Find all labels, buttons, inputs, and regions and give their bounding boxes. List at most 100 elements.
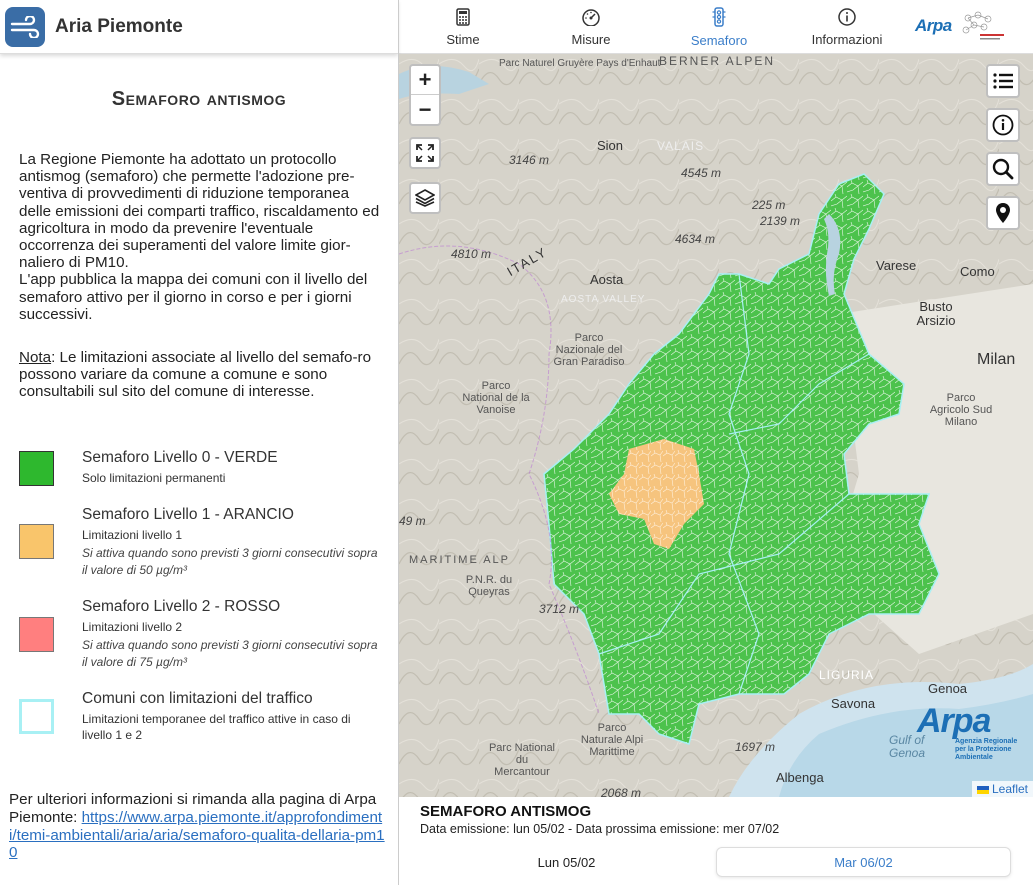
map-label-mercantour: Parc National du Mercantour xyxy=(488,742,556,778)
calculator-icon xyxy=(456,7,470,26)
brand[interactable]: Aria Piemonte xyxy=(0,0,398,54)
arpa-logo-subtitle: Agenzia Regionale per la Protezione Ambi… xyxy=(955,738,1018,761)
legend-sub: Limitazioni livello 2 xyxy=(82,620,183,634)
swatch-rosso xyxy=(19,617,54,652)
map-label-sion: Sion xyxy=(597,138,624,153)
legend-note: Si attiva quando sono previsti 3 giorni … xyxy=(82,546,378,577)
legend-sub: Limitazioni livello 1 xyxy=(82,528,183,542)
nav-label-stime: Stime xyxy=(446,31,480,47)
map-label-busto: Busto Arsizio xyxy=(916,299,956,328)
info-panel: Semaforo antismog La Regione Piemonte ha… xyxy=(0,54,398,885)
map-label-bernese: BERNER ALPEN xyxy=(659,54,776,68)
map-label-queyras: P.N.R. du Queyras xyxy=(465,574,513,598)
tab-day-1[interactable]: Lun 05/02 xyxy=(419,847,714,877)
list-button[interactable] xyxy=(986,64,1020,98)
tab-day-2[interactable]: Mar 06/02 xyxy=(716,847,1011,877)
app-title: Aria Piemonte xyxy=(55,16,183,37)
semaforo-title: SEMAFORO ANTISMOG xyxy=(420,803,592,820)
nav-label-misure: Misure xyxy=(571,31,611,47)
nav-stime[interactable]: Stime xyxy=(399,0,527,54)
emission-dates: Data emissione: lun 05/02 - Data prossim… xyxy=(420,822,780,836)
map-label-m4545: 4545 m xyxy=(681,166,722,180)
map-label-m2068: 2068 m xyxy=(601,786,642,797)
map-label-aosta: Aosta xyxy=(590,272,624,287)
map-label-m3712: 3712 m xyxy=(539,602,580,616)
app-header: Aria Piemonte Stime Misure Semaforo Info… xyxy=(0,0,1033,54)
partner-logos: Arpa xyxy=(915,8,1030,44)
map-label-gran-paradiso: Parco Nazionale del Gran Paradiso xyxy=(553,332,625,368)
legend-note: Si attiva quando sono previsti 3 giorni … xyxy=(82,638,378,669)
map-label-milan: Milan xyxy=(977,351,1016,368)
zoom-in-button[interactable]: + xyxy=(411,66,439,95)
layers-icon xyxy=(415,189,435,207)
map-label-m4810: 4810 m xyxy=(451,247,492,261)
map-label-liguria: LIGURIA xyxy=(819,668,875,682)
nota-body: : Le limitazioni associate al livello de… xyxy=(19,349,372,401)
arpa-logo: Arpa xyxy=(915,16,952,35)
legend-title: Semaforo Livello 0 - VERDE xyxy=(82,449,278,466)
map-label-maritime: MARITIME ALP xyxy=(409,554,511,566)
intro-paragraph-2: L'app pubblica la mappa dei comuni con i… xyxy=(19,271,368,323)
footer-info: Per ulteriori informazioni si rimanda al… xyxy=(9,791,389,862)
map-label-savona: Savona xyxy=(831,696,876,711)
legend-sub: Limitazioni temporanee del traffico atti… xyxy=(82,712,351,742)
arpa-map-logo: Arpa Agenzia Regionale per la Protezione… xyxy=(917,702,1021,761)
flag-icon xyxy=(976,785,989,794)
intro-text: La Regione Piemonte ha adottato un proto… xyxy=(19,151,381,323)
locate-button[interactable] xyxy=(986,196,1020,230)
map-label-genova: Genoa xyxy=(928,681,968,696)
map-label-m3146: 3146 m xyxy=(509,153,550,167)
top-nav: Stime Misure Semaforo Informazioni xyxy=(399,0,911,54)
info-icon xyxy=(838,7,856,26)
map-label-m1697: 1697 m xyxy=(735,740,776,754)
attribution-link: Leaflet xyxy=(991,782,1028,796)
nota-text: Nota: Le limitazioni associate al livell… xyxy=(19,349,381,401)
panel-heading: Semaforo antismog xyxy=(111,88,287,110)
map-view[interactable]: BERNER ALPEN Parc Naturel Gruyère Pays d… xyxy=(399,54,1033,797)
gauge-icon xyxy=(582,8,600,26)
map-label-como: Como xyxy=(960,264,995,279)
semaforo-info-bar: SEMAFORO ANTISMOG Data emissione: lun 05… xyxy=(399,797,1033,885)
map-label-aosta-valley: AOSTA VALLEY xyxy=(561,294,646,305)
map-label-alpi-marittime: Parco Naturale Alpi Marittime xyxy=(580,722,644,758)
map-label-m4634: 4634 m xyxy=(675,232,716,246)
arpa-logo-text: Arpa xyxy=(917,702,991,740)
map-label-albenga: Albenga xyxy=(776,770,824,785)
map-label-agricolo-sud: Parco Agricolo Sud Milano xyxy=(929,392,993,428)
fullscreen-button[interactable] xyxy=(409,137,441,169)
network-logo-icon xyxy=(962,11,1004,40)
legend-title: Semaforo Livello 1 - ARANCIO xyxy=(82,506,294,523)
swatch-traffico xyxy=(19,699,54,734)
search-icon xyxy=(992,158,1014,180)
swatch-arancio xyxy=(19,524,54,559)
map-label-vanoise: Parco National de la Vanoise xyxy=(462,380,530,416)
map-label-m2139: 2139 m xyxy=(760,214,801,228)
legend-sub: Solo limitazioni permanenti xyxy=(82,471,226,485)
traffic-light-icon xyxy=(712,6,726,27)
fullscreen-icon xyxy=(416,144,434,162)
map-label-valais: VALAIS xyxy=(657,139,705,153)
zoom-out-button[interactable]: − xyxy=(411,95,439,124)
legend-title: Semaforo Livello 2 - ROSSO xyxy=(82,598,281,615)
layers-button[interactable] xyxy=(409,182,441,214)
nav-misure[interactable]: Misure xyxy=(527,0,655,54)
nav-label-informazioni: Informazioni xyxy=(811,31,883,47)
map-pin-icon xyxy=(996,203,1010,223)
nota-label: Nota xyxy=(19,349,52,366)
nav-informazioni[interactable]: Informazioni xyxy=(783,0,911,54)
map-info-button[interactable] xyxy=(986,108,1020,142)
zoom-control: + − xyxy=(409,64,441,126)
intro-paragraph: La Regione Piemonte ha adottato un proto… xyxy=(19,151,380,272)
map-label-m49: 49 m xyxy=(399,514,426,528)
map-label-m225: 225 m xyxy=(752,198,786,212)
app-logo-icon xyxy=(5,7,45,47)
swatch-verde xyxy=(19,451,54,486)
nav-label-semaforo: Semaforo xyxy=(690,32,748,48)
nav-semaforo[interactable]: Semaforo xyxy=(655,0,783,54)
list-icon xyxy=(993,73,1013,89)
map-label-gruyere: Parc Naturel Gruyère Pays d'Enhaut xyxy=(499,58,660,69)
search-button[interactable] xyxy=(986,152,1020,186)
info-icon xyxy=(992,114,1014,136)
map-label-varese: Varese xyxy=(876,258,917,273)
leaflet-attribution[interactable]: Leaflet xyxy=(971,781,1033,797)
